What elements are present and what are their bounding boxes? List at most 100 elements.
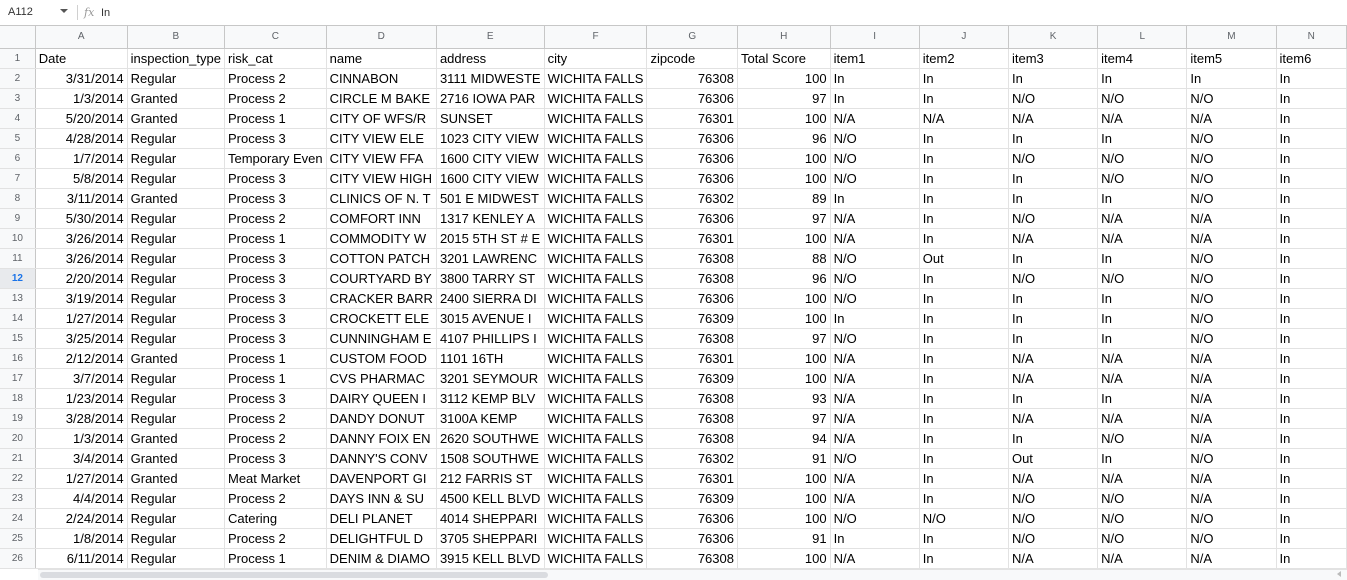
cell[interactable]: In — [919, 348, 1009, 369]
cell[interactable]: Regular — [127, 408, 225, 429]
cell[interactable]: CRACKER BARR — [326, 288, 437, 309]
cell[interactable]: In — [1276, 368, 1347, 389]
cell[interactable]: In — [1008, 388, 1099, 409]
cell[interactable]: In — [919, 68, 1009, 89]
cell[interactable]: WICHITA FALLS — [544, 128, 648, 149]
cell[interactable]: Meat Market — [224, 468, 327, 489]
cell[interactable]: N/A — [830, 228, 920, 249]
cell[interactable]: In — [919, 128, 1009, 149]
cell[interactable]: WICHITA FALLS — [544, 108, 648, 129]
cell[interactable]: In — [919, 308, 1009, 329]
cell[interactable]: N/A — [1186, 108, 1277, 129]
cell[interactable]: N/O — [1097, 508, 1188, 529]
cell[interactable]: In — [1097, 328, 1188, 349]
cell[interactable]: N/O — [1186, 268, 1277, 289]
cell[interactable]: DELI PLANET — [326, 508, 437, 529]
cell[interactable]: CUNNINGHAM E — [326, 328, 437, 349]
cell[interactable]: In — [1276, 328, 1347, 349]
cell[interactable]: item1 — [830, 48, 920, 69]
cell[interactable]: N/A — [830, 408, 920, 429]
cell[interactable]: Regular — [127, 128, 225, 149]
select-all-corner[interactable] — [0, 26, 36, 49]
cell[interactable]: In — [919, 168, 1009, 189]
cell[interactable]: 76306 — [646, 288, 738, 309]
cell[interactable]: DANNY'S CONV — [326, 448, 437, 469]
cell[interactable]: 1/23/2014 — [35, 388, 128, 409]
cell[interactable]: 3201 LAWRENC — [436, 248, 545, 269]
cell[interactable]: 3/19/2014 — [35, 288, 128, 309]
cell[interactable]: In — [919, 488, 1009, 509]
cell[interactable]: 76301 — [646, 228, 738, 249]
cell[interactable]: Regular — [127, 548, 225, 569]
cell[interactable]: N/O — [830, 448, 920, 469]
cell[interactable]: CVS PHARMAC — [326, 368, 437, 389]
cell[interactable]: Process 3 — [224, 448, 327, 469]
cell[interactable]: In — [919, 88, 1009, 109]
column-header-b[interactable]: B — [127, 26, 225, 49]
row-header[interactable]: 2 — [0, 68, 36, 89]
cell[interactable]: Granted — [127, 188, 225, 209]
cell[interactable]: In — [1008, 248, 1099, 269]
cell[interactable]: 3/26/2014 — [35, 248, 128, 269]
cell[interactable]: N/O — [1097, 148, 1188, 169]
cell[interactable]: N/A — [919, 108, 1009, 129]
cell[interactable]: 6/11/2014 — [35, 548, 128, 569]
cell[interactable]: 100 — [737, 168, 831, 189]
cell[interactable]: N/A — [1008, 348, 1099, 369]
cell[interactable]: Granted — [127, 88, 225, 109]
cell[interactable]: In — [919, 288, 1009, 309]
cell[interactable]: 76308 — [646, 268, 738, 289]
row-header[interactable]: 22 — [0, 468, 36, 489]
row-header[interactable]: 11 — [0, 248, 36, 269]
cell[interactable]: 3/26/2014 — [35, 228, 128, 249]
cell[interactable]: N/O — [1008, 268, 1099, 289]
cell[interactable]: N/O — [1186, 248, 1277, 269]
cell[interactable]: 1/27/2014 — [35, 308, 128, 329]
cell[interactable]: 3/4/2014 — [35, 448, 128, 469]
cell[interactable]: WICHITA FALLS — [544, 328, 648, 349]
cell[interactable]: In — [1276, 288, 1347, 309]
cell[interactable]: N/A — [1097, 108, 1188, 129]
cell[interactable]: Regular — [127, 268, 225, 289]
cell[interactable]: In — [1008, 128, 1099, 149]
cell[interactable]: 96 — [737, 268, 831, 289]
cell[interactable]: Process 2 — [224, 408, 327, 429]
cell[interactable]: In — [1097, 288, 1188, 309]
cell[interactable]: N/O — [1008, 488, 1099, 509]
scroll-left-icon[interactable] — [1337, 571, 1341, 577]
cell[interactable]: In — [919, 388, 1009, 409]
cell[interactable]: 88 — [737, 248, 831, 269]
cell[interactable]: 100 — [737, 368, 831, 389]
cell[interactable]: In — [1008, 288, 1099, 309]
cell[interactable]: N/O — [1097, 528, 1188, 549]
cell[interactable]: 2015 5TH ST # E — [436, 228, 545, 249]
cell[interactable]: In — [919, 408, 1009, 429]
cell[interactable]: In — [1008, 308, 1099, 329]
row-header[interactable]: 9 — [0, 208, 36, 229]
row-header[interactable]: 15 — [0, 328, 36, 349]
cell[interactable]: 1023 CITY VIEW — [436, 128, 545, 149]
cell[interactable]: 76308 — [646, 548, 738, 569]
cell[interactable]: Process 3 — [224, 128, 327, 149]
cell[interactable]: Process 3 — [224, 168, 327, 189]
cell[interactable]: SUNSET — [436, 108, 545, 129]
cell[interactable]: 4/4/2014 — [35, 488, 128, 509]
cell[interactable]: Regular — [127, 228, 225, 249]
row-header[interactable]: 3 — [0, 88, 36, 109]
cell[interactable]: N/O — [830, 268, 920, 289]
cell[interactable]: WICHITA FALLS — [544, 388, 648, 409]
cell[interactable]: 1/3/2014 — [35, 88, 128, 109]
cell[interactable]: Process 1 — [224, 108, 327, 129]
cell[interactable]: Catering — [224, 508, 327, 529]
cell[interactable]: 76302 — [646, 448, 738, 469]
cell[interactable]: In — [1276, 68, 1347, 89]
cell[interactable]: CROCKETT ELE — [326, 308, 437, 329]
cell[interactable]: 100 — [737, 228, 831, 249]
cell[interactable]: Granted — [127, 108, 225, 129]
cell[interactable]: 76306 — [646, 88, 738, 109]
cell[interactable]: 1/8/2014 — [35, 528, 128, 549]
cell[interactable]: 5/30/2014 — [35, 208, 128, 229]
cell[interactable]: CITY OF WFS/R — [326, 108, 437, 129]
cell[interactable]: 1/27/2014 — [35, 468, 128, 489]
cell[interactable]: N/O — [830, 288, 920, 309]
